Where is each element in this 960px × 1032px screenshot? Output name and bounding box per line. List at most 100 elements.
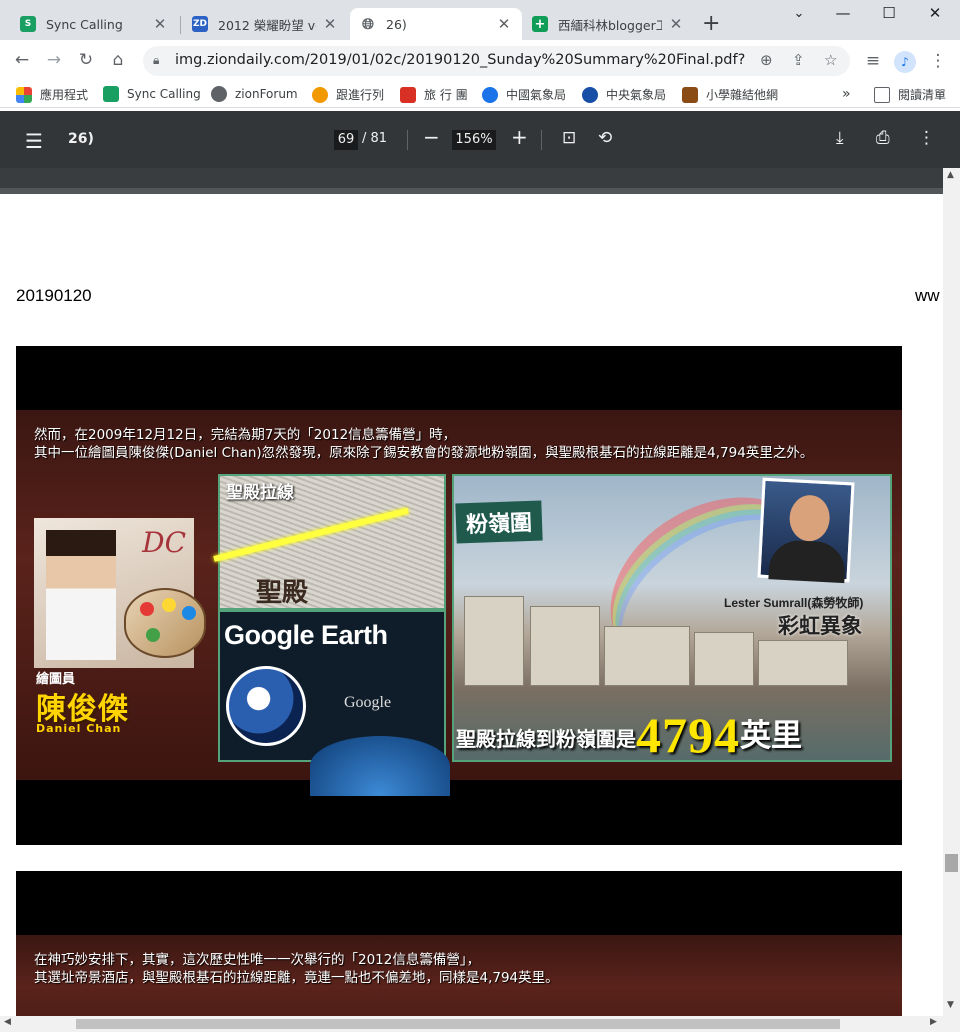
sync-calling-favicon-icon: S [20,16,36,32]
document-date: 20190120 [16,286,92,305]
pastor-photo [757,477,855,584]
scroll-down-icon[interactable]: ▼ [947,1000,954,1010]
new-tab-icon[interactable]: + [702,13,720,35]
zoom-level-input[interactable]: 156% [452,130,496,150]
bookmarks-overflow-icon[interactable]: » [842,86,851,102]
share-icon[interactable]: ⇪ [792,51,805,69]
zoom-out-icon[interactable]: − [423,125,440,149]
globe-icon: 🌐︎ [360,15,376,33]
bookmark-cma[interactable]: 中國氣象局 [482,86,566,103]
close-tab-icon[interactable]: ✕ [496,15,512,33]
paint-palette-icon [124,588,206,658]
vertical-scroll-thumb[interactable] [945,854,958,872]
dc-logo: DC [142,526,186,559]
pdf-viewer[interactable]: 20190120 ww 然而，在2009年12月12日，完結為期7天的「2012… [0,168,943,1016]
download-icon[interactable]: ⤓ [836,128,844,148]
pdf-more-icon[interactable]: ⋮ [918,128,935,148]
bookmark-follow-up[interactable]: 跟進行列 [312,86,384,103]
close-tab-icon[interactable]: ✕ [152,15,168,33]
maximize-icon[interactable]: ☐ [874,4,904,22]
slide-image-2: 在神巧妙安排下，其實，這次歷史性唯一一次舉行的「2012信息籌備營」， 其選址帝… [16,871,902,1016]
print-icon[interactable]: ⎙ [876,128,890,148]
cma-icon [482,86,498,103]
reading-list-icon [874,86,890,103]
reading-list-button[interactable]: 閱讀清單 [874,86,946,103]
tab-strip: S Sync Calling ✕ ZD 2012 榮耀盼望 vol. ✕ 🌐︎ … [0,0,960,40]
profile-avatar[interactable]: ♪ [894,51,916,73]
caption-line-1: 在神巧妙安排下，其實，這次歷史性唯一一次舉行的「2012信息籌備營」， [34,952,481,968]
pastor-face [788,494,831,543]
temple-label: 聖殿 [256,578,309,608]
bookmark-cwb[interactable]: 中央氣象局 [582,86,666,103]
back-icon[interactable]: ← [12,50,32,70]
fit-page-icon[interactable]: ⊡ [562,128,576,148]
media-control-icon[interactable]: ≡ [863,51,883,71]
close-tab-icon[interactable]: ✕ [668,15,684,33]
scroll-left-icon[interactable]: ◀ [4,1017,11,1027]
bookmark-zionforum[interactable]: zionForum [211,86,298,102]
tab-title: Sync Calling [46,16,123,32]
close-window-icon[interactable]: ✕ [920,4,950,22]
address-bar[interactable]: 🔒︎ img.ziondaily.com/2019/01/02c/2019012… [143,46,850,76]
distance-number: 4794 [636,707,740,763]
reload-icon[interactable]: ↻ [76,50,96,70]
palette-icon [312,86,328,103]
distance-unit: 英里 [740,718,802,754]
bookmark-label: zionForum [235,87,298,101]
forward-icon[interactable]: → [44,50,64,70]
caption-line-1: 然而，在2009年12月12日，完結為期7天的「2012信息籌備營」時， [34,427,457,443]
google-earth-title: Google Earth [224,620,388,650]
tab-divider [180,16,181,34]
bookmarks-bar: 應用程式 Sync Calling zionForum 跟進行列 旅 行 團 中… [0,80,960,108]
vertical-scrollbar[interactable]: ▲ ▼ [943,168,960,1016]
tab-blogger[interactable]: + 西緬科林blogger工 ✕ [522,8,694,40]
globe-icon [211,86,227,102]
sheets-favicon-icon: + [532,16,548,32]
bookmark-label: 中國氣象局 [506,88,567,102]
tour-icon [400,86,416,103]
caption-line-2: 其中一位繪圖員陳俊傑(Daniel Chan)忽然發現，原來除了錫安教會的發源地… [34,445,814,461]
bookmark-sync-calling[interactable]: Sync Calling [103,86,201,102]
tab-search-chevron-icon[interactable]: ⌄ [784,6,814,21]
sync-calling-icon [103,86,119,102]
pdf-page: 20190120 ww 然而，在2009年12月12日，完結為期7天的「2012… [0,194,943,1016]
close-tab-icon[interactable]: ✕ [322,15,338,33]
page-total: / 81 [362,131,388,146]
horizontal-scroll-thumb[interactable] [76,1019,840,1029]
building [464,596,524,686]
scroll-up-icon[interactable]: ▲ [947,170,954,180]
chrome-menu-icon[interactable]: ⋮ [928,51,948,71]
pdf-menu-icon[interactable]: ☰ [25,129,43,153]
building [604,626,690,686]
bookmark-label: 跟進行列 [336,88,385,102]
distance-statement: 聖殿拉線到粉嶺圍是4794英里 [456,706,802,764]
horizontal-scrollbar[interactable]: ◀ ▶ [0,1016,960,1032]
toolbar-divider [541,130,542,150]
scroll-right-icon[interactable]: ▶ [930,1017,937,1027]
bookmark-label: 中央氣象局 [606,88,667,102]
tab-2012-glory[interactable]: ZD 2012 榮耀盼望 vol. ✕ [182,8,348,40]
tab-pdf-active[interactable]: 🌐︎ 26) ✕ [350,8,522,40]
bookmark-label: 小學雜結他網 [706,88,779,102]
zoom-icon[interactable]: ⊕ [760,51,773,69]
page-number-input[interactable]: 69 [334,130,358,150]
bookmark-star-icon[interactable]: ☆ [824,51,837,69]
cwb-icon [582,86,598,103]
lock-icon[interactable]: 🔒︎ [153,53,159,68]
building [694,632,754,686]
tab-sync-calling[interactable]: S Sync Calling ✕ [10,8,178,40]
minimize-icon[interactable]: — [828,4,858,22]
url-text[interactable]: img.ziondaily.com/2019/01/02c/20190120_S… [175,52,745,68]
bookmark-guitar[interactable]: 小學雜結他網 [682,86,778,103]
page-gap [0,168,943,194]
bookmark-tour[interactable]: 旅 行 團 [400,86,468,103]
slide-caption: 然而，在2009年12月12日，完結為期7天的「2012信息籌備營」時， 其中一… [34,426,813,462]
rotate-icon[interactable]: ⟲ [598,128,612,148]
slide-banner: 然而，在2009年12月12日，完結為期7天的「2012信息籌備營」時， 其中一… [16,410,902,796]
zoom-in-icon[interactable]: + [511,125,528,149]
temple-drawing: 聖殿拉線 聖殿 [213,474,446,610]
bookmark-apps[interactable]: 應用程式 [16,86,88,103]
reading-list-label: 閱讀清單 [898,88,947,102]
home-icon[interactable]: ⌂ [108,50,128,70]
document-header-right: ww [915,286,940,305]
